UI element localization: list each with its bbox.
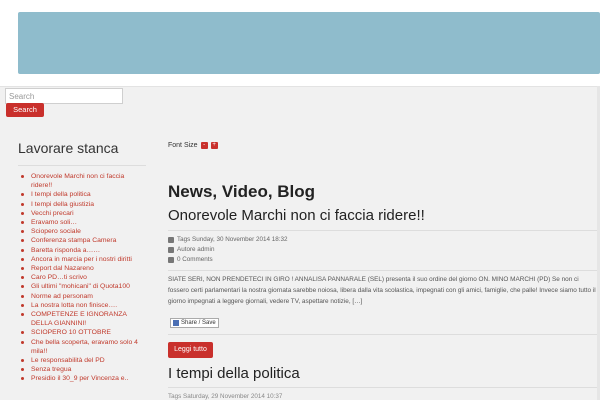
sidebar-item[interactable]: Che bella scoperta, eravamo solo 4 mila!… — [18, 338, 146, 356]
read-more-button[interactable]: Leggi tutto — [168, 342, 213, 358]
main-content: Font Size - + News, Video, Blog Onorevol… — [168, 140, 600, 400]
article-excerpt: SIATE SERI, NON PRENDETECI IN GIRO ! ANN… — [168, 276, 596, 305]
header-area — [0, 0, 600, 87]
sidebar-item[interactable]: Le responsabilità del PD — [18, 356, 146, 365]
sidebar-item[interactable]: Senza tregua — [18, 365, 146, 374]
share-save-button[interactable]: Share / Save — [170, 318, 219, 328]
sidebar-divider — [18, 165, 146, 166]
sidebar: Lavorare stanca Onorevole Marchi non ci … — [18, 140, 146, 384]
font-decrease-button[interactable]: - — [200, 141, 208, 149]
sidebar-item[interactable]: I tempi della politica — [18, 190, 146, 199]
header-banner — [18, 12, 600, 74]
sidebar-item[interactable]: Report dal Nazareno — [18, 264, 146, 273]
sidebar-item[interactable]: COMPETENZE E IGNORANZA DELLA GIANNINI! — [18, 310, 146, 328]
sidebar-item[interactable]: SCIOPERO 10 OTTOBRE — [18, 328, 146, 337]
comment-icon — [168, 256, 174, 263]
font-size-label: Font Size — [168, 141, 198, 149]
sidebar-item[interactable]: Onorevole Marchi non ci faccia ridere!! — [18, 172, 146, 190]
share-icon — [173, 320, 179, 326]
sidebar-item[interactable]: Conferenza stampa Camera — [18, 236, 146, 245]
font-increase-button[interactable]: + — [210, 141, 218, 149]
sidebar-title: Lavorare stanca — [18, 140, 119, 156]
search-button[interactable]: Search — [6, 103, 44, 117]
sidebar-item[interactable]: Sciopero sociale — [18, 227, 146, 236]
sidebar-item[interactable]: Ancora in marcia per i nostri diritti — [18, 255, 146, 264]
divider — [168, 387, 600, 388]
sidebar-item[interactable]: Baretta risponda a…… — [18, 246, 146, 255]
sidebar-item[interactable]: Norme ad personam — [18, 292, 146, 301]
sidebar-item[interactable]: Vecchi precari — [18, 209, 146, 218]
pencil-icon — [168, 246, 174, 253]
article-comments[interactable]: 0 Comments — [168, 256, 213, 263]
clock-icon — [168, 236, 174, 243]
sidebar-list: Onorevole Marchi non ci faccia ridere!! … — [18, 172, 146, 384]
article-author-text: Autore admin — [177, 246, 215, 253]
sidebar-item[interactable]: Presidio il 30_9 per Vincenza e.. — [18, 374, 146, 383]
divider — [168, 334, 600, 335]
article-title-link[interactable]: Onorevole Marchi non ci faccia ridere!! — [168, 207, 425, 224]
sidebar-item[interactable]: La nostra lotta non finisce…. — [18, 301, 146, 310]
section-title: News, Video, Blog — [168, 182, 316, 201]
divider — [168, 230, 600, 231]
article-date-text: Tags Sunday, 30 November 2014 18:32 — [177, 236, 288, 243]
article2-tags-date: Tags Saturday, 29 November 2014 10:37 — [168, 393, 283, 400]
article-comments-text[interactable]: 0 Comments — [177, 256, 213, 263]
sidebar-item[interactable]: Eravamo soli… — [18, 218, 146, 227]
sidebar-item[interactable]: Caro PD…ti scrivo — [18, 273, 146, 282]
share-save-label: Share / Save — [181, 320, 216, 326]
divider — [168, 270, 600, 271]
sidebar-item[interactable]: I tempi della giustizia — [18, 200, 146, 209]
sidebar-item[interactable]: Gli ultimi "mohicani" di Quota100 — [18, 282, 146, 291]
article2-title-link[interactable]: I tempi della politica — [168, 365, 300, 382]
search-input[interactable] — [5, 88, 123, 104]
article-author: Autore admin — [168, 246, 214, 253]
font-size-control: Font Size - + — [168, 140, 600, 150]
article-tags-date: Tags Sunday, 30 November 2014 18:32 — [168, 236, 288, 243]
